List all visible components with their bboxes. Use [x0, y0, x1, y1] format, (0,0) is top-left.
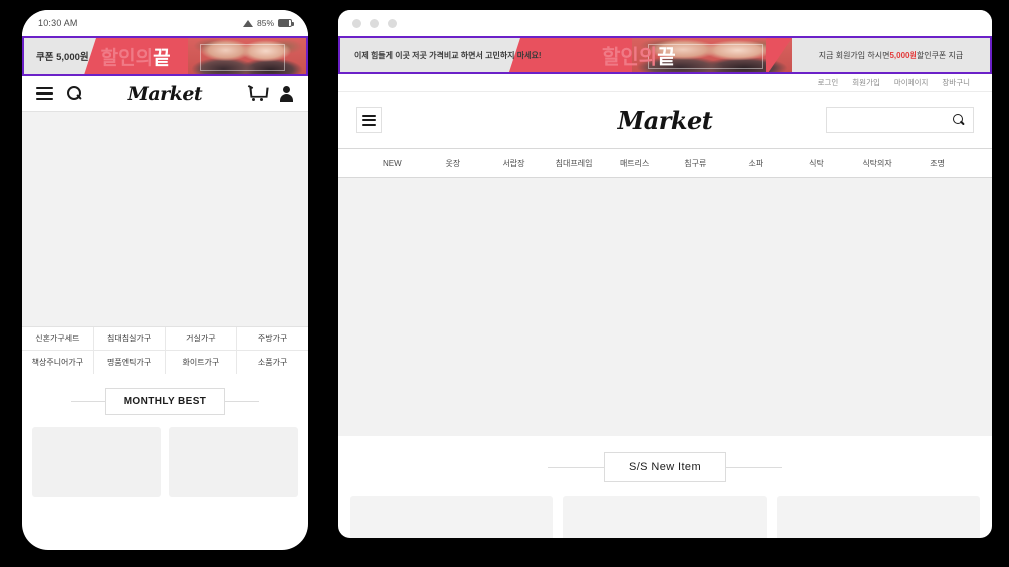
desktop-product-grid: [338, 496, 992, 538]
product-tile[interactable]: [350, 496, 554, 538]
product-tile[interactable]: [776, 496, 980, 538]
mobile-header: Market: [22, 76, 308, 112]
nav-item-bedframe[interactable]: 침대프레임: [544, 158, 605, 169]
utility-nav: 로그인 회원가입 마이페이지 장바구니: [338, 74, 992, 92]
mobile-promo-banner[interactable]: 쿠폰 5,000원 할인의끝: [22, 36, 308, 76]
desktop-browser-mockup: 이제 힘들게 이곳 저곳 가격비교 하면서 고민하지 마세요! 할인의끝 지금 …: [338, 10, 992, 538]
desktop-promo-banner[interactable]: 이제 힘들게 이곳 저곳 가격비교 하면서 고민하지 마세요! 할인의끝 지금 …: [338, 36, 992, 74]
wifi-icon: [242, 19, 253, 27]
nav-item-wardrobe[interactable]: 옷장: [423, 158, 484, 169]
mobile-device-mockup: 10:30 AM 85% 쿠폰 5,000원 할인의끝 Market 신혼가구세…: [22, 10, 308, 550]
promo-headline: 할인의끝: [101, 43, 171, 70]
nav-item-lighting[interactable]: 조명: [907, 158, 968, 169]
utility-link-cart[interactable]: 장바구니: [942, 77, 970, 88]
category-cell[interactable]: 거실가구: [166, 327, 238, 350]
screenshot-stage: 10:30 AM 85% 쿠폰 5,000원 할인의끝 Market 신혼가구세…: [0, 0, 1009, 567]
mobile-product-grid: [22, 427, 308, 497]
menu-button[interactable]: [356, 107, 382, 133]
promo-headline-bold: 끝: [153, 47, 171, 69]
hamburger-icon[interactable]: [36, 87, 53, 100]
status-time: 10:30 AM: [38, 18, 78, 28]
promo-coupon-text: 쿠폰 5,000원: [36, 52, 89, 63]
promo-signup-notice: 지금 회원가입 하시면 5,000원 할인쿠폰 지급: [792, 38, 990, 72]
monthly-best-label[interactable]: MONTHLY BEST: [104, 388, 226, 415]
browser-title-bar: [338, 10, 992, 36]
category-cell[interactable]: 책상주니어가구: [22, 351, 94, 374]
category-cell[interactable]: 주방가구: [237, 327, 308, 350]
desktop-header: Market: [338, 92, 992, 148]
signup-highlight: 5,000원: [889, 50, 917, 60]
search-icon[interactable]: [67, 86, 82, 101]
hamburger-icon: [362, 114, 376, 126]
ruled-title: S/S New Item: [338, 452, 992, 482]
mobile-status-bar: 10:30 AM 85%: [22, 10, 308, 36]
utility-link-mypage[interactable]: 마이페이지: [894, 77, 929, 88]
battery-icon: [278, 19, 294, 27]
utility-link-signup[interactable]: 회원가입: [852, 77, 880, 88]
desktop-content-placeholder: [338, 178, 992, 436]
nav-item-dining-table[interactable]: 식탁: [786, 158, 847, 169]
mobile-header-left: [36, 86, 82, 101]
rule-right: [726, 466, 783, 468]
signup-prefix: 지금 회원가입 하시면: [818, 50, 890, 60]
product-tile[interactable]: [563, 496, 767, 538]
promo-headline: 할인의끝: [602, 41, 676, 70]
rule-right: [225, 401, 260, 402]
rule-left: [70, 401, 105, 402]
nav-item-drawer[interactable]: 서랍장: [483, 158, 544, 169]
nav-item-mattress[interactable]: 매트리스: [604, 158, 665, 169]
promo-red-corner: [766, 38, 792, 72]
nav-item-bedding[interactable]: 침구류: [665, 158, 726, 169]
category-cell[interactable]: 침대침실가구: [94, 327, 166, 350]
nav-item-new[interactable]: NEW: [362, 159, 423, 168]
promo-headline-light: 할인의: [100, 47, 154, 69]
main-navigation: NEW 옷장 서랍장 침대프레임 매트리스 침구류 소파 식탁 식탁의자 조명: [338, 148, 992, 178]
mobile-content-placeholder: [22, 112, 308, 326]
rule-left: [547, 466, 604, 468]
battery-percent: 85%: [256, 18, 274, 28]
search-box[interactable]: [826, 107, 974, 133]
category-cell[interactable]: 소품가구: [237, 351, 308, 374]
minimize-dot-icon[interactable]: [370, 18, 379, 28]
promo-model-photo: [188, 38, 306, 74]
promo-left-content: 쿠폰 5,000원 할인의끝: [24, 43, 171, 70]
nav-item-sofa[interactable]: 소파: [726, 158, 787, 169]
category-cell[interactable]: 명품엔틱가구: [94, 351, 166, 374]
category-cell[interactable]: 신혼가구세트: [22, 327, 94, 350]
mobile-section-heading: MONTHLY BEST: [22, 374, 308, 427]
user-icon[interactable]: [279, 86, 294, 102]
promo-message: 이제 힘들게 이곳 저곳 가격비교 하면서 고민하지 마세요!: [354, 50, 542, 60]
close-dot-icon[interactable]: [352, 18, 361, 28]
mobile-category-grid: 신혼가구세트 침대침실가구 거실가구 주방가구 책상주니어가구 명품엔틱가구 화…: [22, 326, 308, 374]
status-indicators: 85%: [242, 18, 294, 28]
mobile-header-right: [248, 86, 294, 102]
category-row: 책상주니어가구 명품엔틱가구 화이트가구 소품가구: [22, 351, 308, 374]
ruled-title: MONTHLY BEST: [22, 388, 308, 415]
utility-link-login[interactable]: 로그인: [818, 77, 839, 88]
product-tile[interactable]: [169, 427, 298, 497]
maximize-dot-icon[interactable]: [388, 18, 397, 28]
nav-item-dining-chair[interactable]: 식탁의자: [847, 158, 908, 169]
promo-message-wrap: 이제 힘들게 이곳 저곳 가격비교 하면서 고민하지 마세요!: [340, 50, 542, 61]
product-tile[interactable]: [32, 427, 161, 497]
signup-suffix: 할인쿠폰 지급: [916, 50, 964, 60]
search-icon[interactable]: [953, 114, 965, 126]
cart-icon[interactable]: [248, 86, 265, 101]
search-input[interactable]: [835, 115, 953, 125]
promo-headline-light: 할인의: [602, 46, 658, 69]
category-row: 신혼가구세트 침대침실가구 거실가구 주방가구: [22, 327, 308, 351]
category-cell[interactable]: 화이트가구: [166, 351, 238, 374]
desktop-section-heading: S/S New Item: [338, 436, 992, 496]
promo-headline-bold: 끝: [657, 46, 676, 69]
ss-new-item-label[interactable]: S/S New Item: [603, 452, 727, 482]
